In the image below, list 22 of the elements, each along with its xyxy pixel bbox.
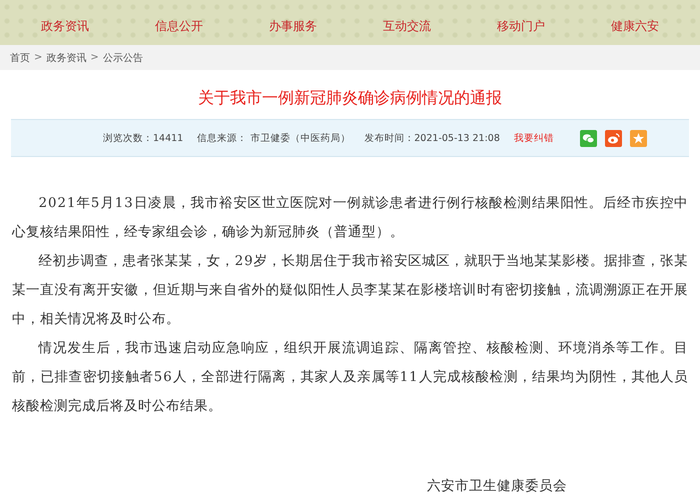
meta-text: 信息来源： 市卫健委（中医药局） <box>197 132 350 144</box>
nav-link[interactable]: 互动交流 <box>383 18 431 35</box>
breadcrumb-link[interactable]: 政务资讯 <box>46 50 86 64</box>
meta-text: 浏览次数：14411 <box>103 132 184 144</box>
nav-link[interactable]: 办事服务 <box>269 18 317 35</box>
breadcrumb-separator: > <box>34 52 42 63</box>
breadcrumb-separator: > <box>90 52 99 63</box>
article-paragraph: 2021年5月13日凌晨，我市裕安区世立医院对一例就诊患者进行例行核酸检测结果阳性。后经市疾控中心复核结果阳性，经专家组会诊，确诊为新冠肺炎（普通型）。 <box>12 194 688 242</box>
meta-text: 发布时间：2021-05-13 21:08 <box>364 132 500 144</box>
article-title: 关于我市一例新冠肺炎确诊病例情况的通报 <box>197 88 503 109</box>
breadcrumb-link[interactable]: 首页 <box>10 50 30 64</box>
nav-link[interactable]: 政务资讯 <box>41 18 89 35</box>
nav-link[interactable]: 信息公开 <box>155 18 203 35</box>
eye-swirl-icon[interactable] <box>604 130 622 146</box>
signature: 六安市卫生健康委员会 <box>427 479 568 495</box>
chat-bubbles-icon[interactable] <box>580 130 597 146</box>
nav-link[interactable]: 移动门户 <box>497 18 545 35</box>
nav-link[interactable]: 健康六安 <box>611 18 659 35</box>
report-error-link[interactable]: 我要纠错 <box>514 132 554 144</box>
breadcrumb-link[interactable]: 公示公告 <box>102 50 143 64</box>
article-paragraph: 情况发生后，我市迅速启动应急响应，组织开展流调追踪、隔离管控、核酸检测、环境消杀等工作。目前，已排查密切接触者56人，全部进行隔离，其家人及亲属等11人完成核酸检测，结果均为阴性，其他人员核酸检测完成后将及时公布结果。 <box>12 340 688 416</box>
article-paragraph: 经初步调查，患者张某某，女，29岁，长期居住于我市裕安区城区，就职于当地某某影楼。据排查，张某某一直没有离开安徽，但近期与来自省外的疑似阳性人员李某某在影楼培训时有密切接触，流调溯源正在开展中，相关情况将及时公布。 <box>12 252 688 329</box>
